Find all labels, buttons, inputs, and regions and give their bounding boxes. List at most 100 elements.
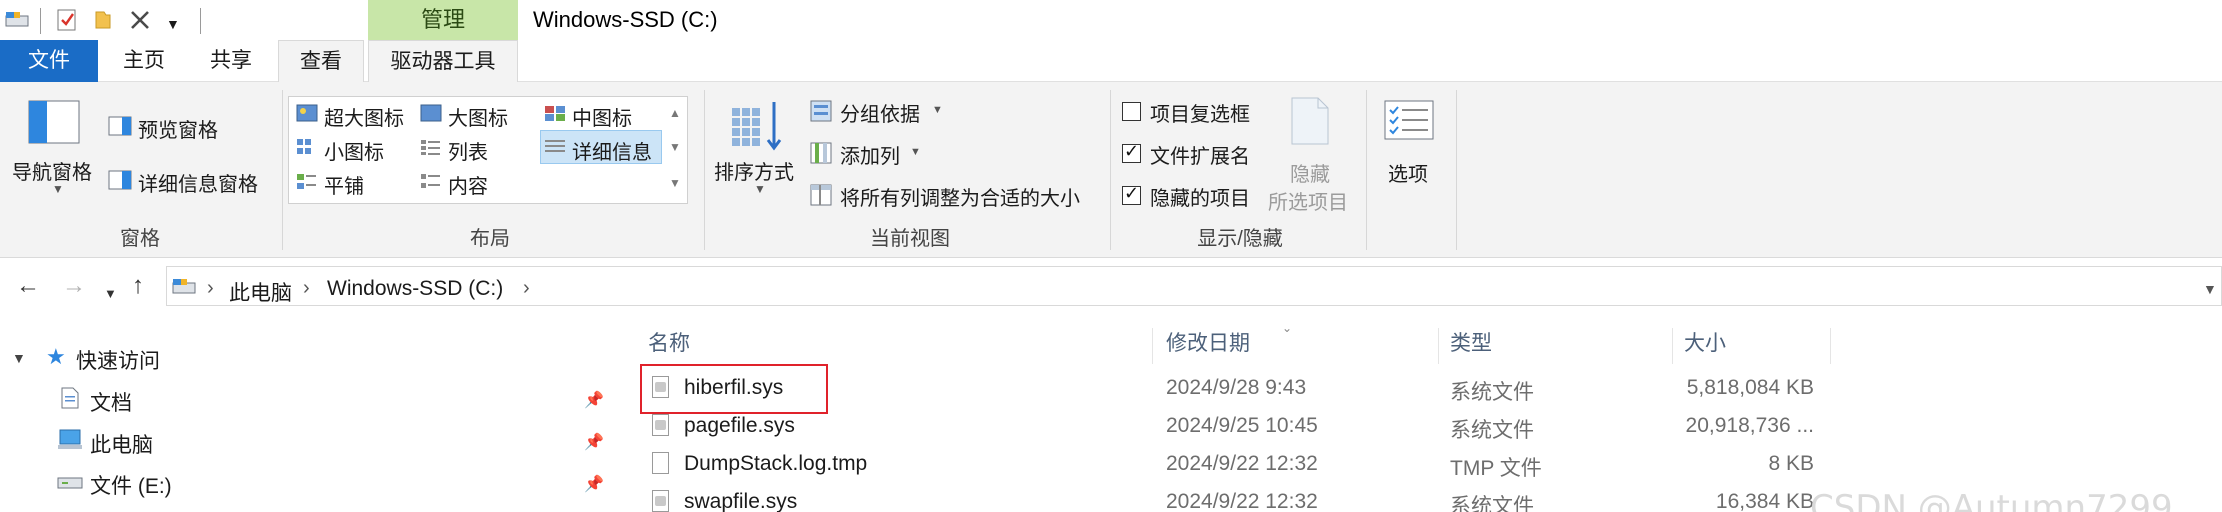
column-separator[interactable] xyxy=(1672,328,1673,364)
file-date: 2024/9/22 12:32 xyxy=(1166,490,1318,512)
layout-extra-large-icons[interactable]: 超大图标 xyxy=(324,102,404,131)
properties-icon[interactable] xyxy=(56,8,78,37)
expand-chevron-icon[interactable]: ▼ xyxy=(12,350,26,366)
hide-selected-items-icon[interactable] xyxy=(1290,96,1330,151)
group-separator xyxy=(1110,90,1111,250)
delete-icon[interactable] xyxy=(128,8,152,37)
content-icon xyxy=(420,172,442,190)
layout-large-icons[interactable]: 大图标 xyxy=(448,102,508,131)
group-by-button[interactable]: 分组依据 xyxy=(840,98,920,127)
column-header-type[interactable]: 类型 xyxy=(1450,324,1492,364)
file-name[interactable]: swapfile.sys xyxy=(684,490,797,512)
layout-list[interactable]: 列表 xyxy=(448,136,488,165)
layout-content[interactable]: 内容 xyxy=(448,170,488,199)
hidden-items-checkbox[interactable] xyxy=(1122,183,1141,205)
hide-selected-line1: 隐藏 xyxy=(1290,164,1330,186)
system-file-icon xyxy=(652,490,669,512)
breadcrumb-chevron-icon[interactable]: › xyxy=(303,277,310,300)
size-all-columns-icon xyxy=(810,184,832,211)
sort-by-icon[interactable] xyxy=(730,98,786,159)
layout-small-icons[interactable]: 小图标 xyxy=(324,136,384,165)
item-checkboxes-checkbox[interactable] xyxy=(1122,102,1141,121)
drive-icon xyxy=(4,8,30,35)
navigation-pane-icon[interactable] xyxy=(28,100,80,149)
file-name[interactable]: DumpStack.log.tmp xyxy=(684,452,867,476)
layout-medium-icons[interactable]: 中图标 xyxy=(572,102,632,131)
options-icon[interactable] xyxy=(1384,100,1434,145)
size-all-columns-button[interactable]: 将所有列调整为合适的大小 xyxy=(840,182,1080,211)
details-icon xyxy=(544,138,566,156)
tab-home[interactable]: 主页 xyxy=(104,40,184,82)
column-separator[interactable] xyxy=(1438,328,1439,364)
chevron-down-icon[interactable]: ▼ xyxy=(754,182,766,196)
breadcrumb-chevron-icon[interactable]: › xyxy=(207,277,214,300)
medium-icons-icon xyxy=(544,104,566,122)
breadcrumb-chevron-icon[interactable]: › xyxy=(523,277,530,300)
red-highlight-box xyxy=(640,364,828,414)
sort-by-button[interactable]: 排序方式 xyxy=(714,156,794,185)
gallery-more-icon[interactable]: ▼ xyxy=(664,166,686,200)
group-separator xyxy=(1366,90,1367,250)
chevron-down-icon[interactable]: ▼ xyxy=(910,146,921,158)
pin-icon[interactable]: 📌 xyxy=(584,474,604,494)
column-header-date[interactable]: 修改日期 xyxy=(1166,324,1250,364)
column-separator[interactable] xyxy=(1830,328,1831,364)
layout-tiles[interactable]: 平铺 xyxy=(324,170,364,199)
details-pane-button[interactable]: 详细信息窗格 xyxy=(138,168,258,197)
nav-drive-e[interactable]: 文件 (E:) xyxy=(90,470,172,500)
back-arrow-icon[interactable]: ← xyxy=(16,272,40,300)
tab-drive-tools[interactable]: 驱动器工具 xyxy=(368,40,518,83)
file-size: 16,384 KB xyxy=(1715,490,1814,512)
gallery-scroll-up-icon[interactable]: ▲ xyxy=(664,96,686,130)
file-type: 系统文件 xyxy=(1450,381,1534,404)
tab-share[interactable]: 共享 xyxy=(190,40,272,82)
group-label-current-view: 当前视图 xyxy=(870,228,950,250)
preview-pane-icon xyxy=(108,116,132,141)
star-icon: ★ xyxy=(46,344,66,369)
pin-icon[interactable]: 📌 xyxy=(584,390,604,410)
file-icon xyxy=(652,452,669,474)
forward-arrow-icon[interactable]: → xyxy=(62,272,86,300)
nav-this-pc[interactable]: 此电脑 xyxy=(90,429,153,459)
address-dropdown-icon[interactable]: ▼ xyxy=(2203,281,2217,297)
column-header-size[interactable]: 大小 xyxy=(1684,324,1726,364)
group-label-panes: 窗格 xyxy=(120,228,160,250)
new-folder-icon[interactable] xyxy=(92,8,114,37)
layout-details[interactable]: 详细信息 xyxy=(572,136,652,165)
address-row: ← → ▼ ↑ › 此电脑 › Windows-SSD (C:) › ▼ xyxy=(0,258,2222,314)
breadcrumb-this-pc[interactable]: 此电脑 xyxy=(229,277,292,307)
pin-icon[interactable]: 📌 xyxy=(584,432,604,452)
address-bar[interactable]: › 此电脑 › Windows-SSD (C:) › ▼ xyxy=(166,266,2222,306)
gallery-scroll-down-icon[interactable]: ▼ xyxy=(664,130,686,164)
chevron-down-icon[interactable]: ▼ xyxy=(52,182,64,196)
recent-locations-chevron-icon[interactable]: ▼ xyxy=(104,280,117,308)
up-arrow-icon[interactable]: ↑ xyxy=(132,272,144,300)
file-list: 名称 修改日期 ⌄ 类型 大小 hiberfil.sys 2024/9/28 9… xyxy=(612,314,2222,512)
navigation-pane: ▼ ★ 快速访问 文档 📌 此电脑 📌 文件 (E:) 📌 xyxy=(0,314,612,512)
nav-documents[interactable]: 文档 xyxy=(90,387,132,417)
preview-pane-button[interactable]: 预览窗格 xyxy=(138,114,218,143)
nav-quick-access[interactable]: 快速访问 xyxy=(76,345,160,375)
customize-qat-icon[interactable]: ▼ xyxy=(166,12,180,36)
hidden-items-label: 隐藏的项目 xyxy=(1150,188,1250,210)
options-button[interactable]: 选项 xyxy=(1388,158,1428,187)
navigation-pane-button[interactable]: 导航窗格 xyxy=(12,156,92,185)
computer-icon xyxy=(56,428,84,457)
column-separator[interactable] xyxy=(1152,328,1153,364)
tab-file[interactable]: 文件 xyxy=(0,40,98,82)
group-separator xyxy=(282,90,283,250)
tab-view[interactable]: 查看 xyxy=(278,40,364,83)
file-extensions-checkbox[interactable] xyxy=(1122,141,1141,163)
column-header-name[interactable]: 名称 xyxy=(648,324,690,364)
breadcrumb-drive-c[interactable]: Windows-SSD (C:) xyxy=(327,277,503,301)
file-name[interactable]: pagefile.sys xyxy=(684,414,795,438)
item-checkboxes-label: 项目复选框 xyxy=(1150,104,1250,126)
hide-selected-line2: 所选项目 xyxy=(1268,192,1348,214)
group-separator xyxy=(1456,90,1457,250)
manage-context-header: 管理 xyxy=(368,0,518,40)
add-columns-icon xyxy=(810,142,832,169)
chevron-down-icon[interactable]: ▼ xyxy=(932,104,943,116)
details-pane-icon xyxy=(108,170,132,195)
ribbon: 导航窗格 ▼ 预览窗格 详细信息窗格 窗格 超大图标 大图标 中图标 小图标 列… xyxy=(0,82,2222,258)
add-columns-button[interactable]: 添加列 xyxy=(840,140,900,169)
